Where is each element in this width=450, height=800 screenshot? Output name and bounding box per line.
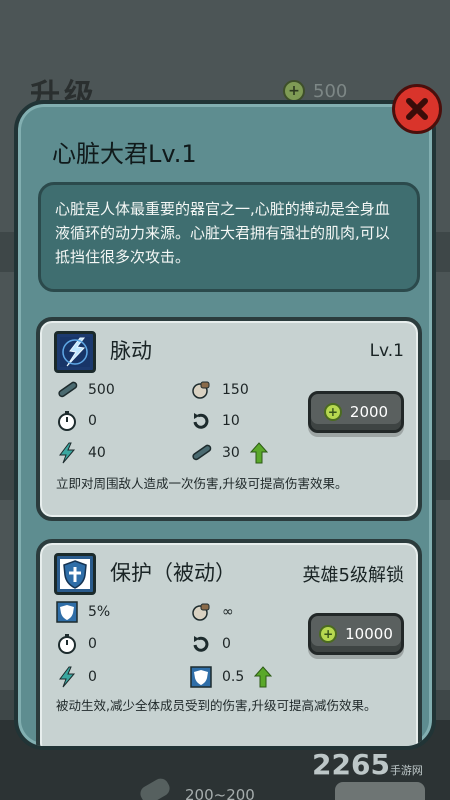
upgrade-cost-value: 10000 [345, 625, 393, 643]
watermark: 2265手游网 [312, 748, 423, 781]
stat-damage-value: 500 [88, 382, 115, 398]
shield-cross-icon [54, 553, 96, 595]
skill-unlock-requirement: 英雄5级解锁 [302, 565, 404, 586]
stat-energy: 0 [56, 666, 97, 688]
coin-icon: + [283, 80, 305, 102]
stat-range-value: ∞ [222, 604, 234, 620]
lightning-pulse-icon [54, 331, 96, 373]
stat-range: ∞ [190, 601, 234, 623]
stat-upgrade-damage-value: 30 [222, 445, 240, 461]
punch-icon [192, 603, 210, 621]
stat-upgrade-reduction: 0.5 [190, 666, 273, 688]
stat-energy-value: 40 [88, 445, 106, 461]
upgrade-cost-button[interactable]: + 10000 [308, 613, 404, 655]
close-icon [406, 98, 428, 120]
stat-energy: 40 [56, 442, 106, 464]
stopwatch-icon [58, 634, 76, 654]
skill-name: 脉动 [110, 339, 152, 363]
shield-icon [190, 666, 212, 688]
upgrade-cost-button[interactable]: + 2000 [308, 391, 404, 433]
watermark-sub: 手游网 [389, 764, 423, 777]
punch-icon [192, 381, 210, 399]
stat-range-value: 150 [222, 382, 249, 398]
stat-range: 150 [190, 379, 249, 401]
stat-cooldown-value: 0 [88, 413, 97, 429]
watermark-brand: 2265 [312, 748, 390, 781]
skill-description: 立即对周围敌人造成一次伤害,升级可提高伤害效果。 [56, 476, 348, 491]
hero-description: 心脏是人体最重要的器官之一,心脏的搏动是全身血液循环的动力来源。心脏大君拥有强壮… [55, 200, 390, 266]
background-bottom-button[interactable] [335, 782, 425, 800]
skill-description: 被动生效,减少全体成员受到的伤害,升级可提高减伤效果。 [56, 698, 377, 713]
skill-level: Lv.1 [369, 341, 404, 361]
skill-name: 保护（被动） [110, 561, 236, 585]
lightning-icon [59, 442, 76, 464]
stat-reduction: 5% [56, 601, 110, 623]
lightning-icon [59, 666, 76, 688]
stat-cooldown: 0 [56, 410, 97, 432]
stopwatch-icon [58, 411, 76, 431]
stat-count: 10 [190, 410, 240, 432]
stat-cooldown-value: 0 [88, 636, 97, 652]
bat-icon [192, 444, 212, 461]
hero-detail-modal: 心脏大君Lv.1 心脏是人体最重要的器官之一,心脏的搏动是全身血液循环的动力来源… [14, 100, 436, 750]
stat-energy-value: 0 [88, 669, 97, 685]
modal-title: 心脏大君Lv.1 [52, 140, 197, 168]
stat-upgrade-damage: 30 [190, 442, 268, 464]
upgrade-arrow-icon [254, 666, 273, 688]
hero-description-box: 心脏是人体最重要的器官之一,心脏的搏动是全身血液循环的动力来源。心脏大君拥有强壮… [38, 182, 420, 292]
shield-icon [56, 601, 78, 623]
coin-icon: + [319, 625, 338, 643]
bat-icon [58, 381, 78, 398]
refresh-icon [193, 413, 209, 429]
stat-count: 0 [190, 633, 231, 655]
stat-cooldown: 0 [56, 633, 97, 655]
stat-damage: 500 [56, 379, 115, 401]
background-bottom-value: 200~200 [185, 786, 255, 800]
background-coin-balance: + 500 [283, 80, 347, 102]
upgrade-arrow-icon [249, 442, 268, 464]
background-coin-value: 500 [313, 80, 348, 102]
skill-card-protect: 保护（被动） 英雄5级解锁 5% ∞ 0 0 0 0.5 + 10000 被动生… [36, 539, 422, 746]
upgrade-cost-value: 2000 [349, 403, 389, 421]
stat-upgrade-reduction-value: 0.5 [222, 669, 245, 685]
stat-count-value: 0 [222, 636, 231, 652]
refresh-icon [193, 636, 209, 652]
coin-icon: + [323, 403, 342, 421]
stat-count-value: 10 [222, 413, 240, 429]
stat-reduction-value: 5% [88, 604, 111, 620]
close-button[interactable] [392, 84, 442, 134]
skill-card-pulse: 脉动 Lv.1 500 150 0 10 40 30 + 2000 立即对周围敌… [36, 317, 422, 521]
